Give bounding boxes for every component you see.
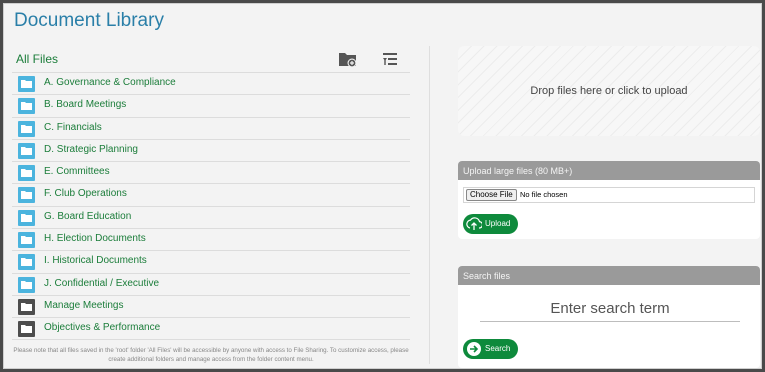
folder-item[interactable]: F. Club Operations <box>12 183 410 205</box>
folder-icon <box>18 209 35 226</box>
panel-divider <box>429 46 430 364</box>
folder-add-icon[interactable] <box>338 50 358 68</box>
file-input[interactable]: Choose File No file chosen <box>463 187 755 203</box>
folder-item[interactable]: A. Governance & Compliance <box>12 72 410 94</box>
folder-icon <box>18 254 35 271</box>
sort-icon[interactable] <box>380 50 400 68</box>
upload-large-files-panel: Upload large files (80 MB+) Choose File … <box>458 161 760 239</box>
folder-label: E. Committees <box>44 166 110 178</box>
upload-button-label: Upload <box>485 219 511 228</box>
folder-label: G. Board Education <box>44 210 132 222</box>
folder-label: Manage Meetings <box>44 299 124 311</box>
file-tree: All Files A. Governance & Compliance B. … <box>12 46 410 340</box>
folder-label: F. Club Operations <box>44 188 127 200</box>
folder-label: I. Historical Documents <box>44 255 147 267</box>
drop-zone[interactable]: Drop files here or click to upload <box>458 46 760 136</box>
drop-zone-label: Drop files here or click to upload <box>530 85 688 97</box>
upload-button[interactable]: Upload <box>463 214 519 234</box>
access-note: Please note that all files saved in the … <box>13 347 409 363</box>
folder-item[interactable]: D. Strategic Planning <box>12 138 410 161</box>
document-library-window: Document Library All Files A. Governance… <box>3 3 762 369</box>
folder-item[interactable]: Objectives & Performance <box>12 317 410 340</box>
folder-label: A. Governance & Compliance <box>44 77 176 88</box>
folder-label: H. Election Documents <box>44 233 146 245</box>
choose-file-button[interactable]: Choose File <box>466 189 517 201</box>
arrow-right-circle-icon <box>467 342 481 356</box>
all-files-label[interactable]: All Files <box>16 52 58 66</box>
folder-icon <box>18 165 35 182</box>
file-status: No file chosen <box>520 190 568 199</box>
page-title: Document Library <box>14 10 164 31</box>
folder-icon <box>18 120 35 137</box>
folder-item[interactable]: I. Historical Documents <box>12 250 410 272</box>
search-panel-header: Search files <box>458 266 760 285</box>
all-files-header: All Files <box>12 46 410 72</box>
upload-icon <box>466 217 482 230</box>
search-files-panel: Search files Search <box>458 266 760 368</box>
folder-item[interactable]: B. Board Meetings <box>12 94 410 116</box>
folder-icon <box>18 187 35 204</box>
folder-icon <box>18 76 35 92</box>
search-button-label: Search <box>485 344 511 353</box>
folder-icon <box>18 298 35 315</box>
folder-label: Objectives & Performance <box>44 322 161 334</box>
folder-icon <box>18 98 35 115</box>
folder-item[interactable]: H. Election Documents <box>12 228 410 250</box>
folder-item[interactable]: E. Committees <box>12 161 410 183</box>
folder-label: B. Board Meetings <box>44 99 127 111</box>
search-button[interactable]: Search <box>463 339 519 359</box>
folder-item[interactable]: C. Financials <box>12 116 410 139</box>
folder-item[interactable]: G. Board Education <box>12 205 410 228</box>
folder-label: C. Financials <box>44 121 102 133</box>
folder-icon <box>18 232 35 249</box>
folder-list: A. Governance & Compliance B. Board Meet… <box>12 72 410 340</box>
folder-item[interactable]: J. Confidential / Executive <box>12 272 410 295</box>
folder-label: D. Strategic Planning <box>44 143 138 155</box>
folder-icon <box>18 142 35 159</box>
folder-icon <box>18 321 35 338</box>
search-input[interactable] <box>480 296 740 322</box>
folder-item[interactable]: Manage Meetings <box>12 294 410 317</box>
upload-panel-header: Upload large files (80 MB+) <box>458 161 760 180</box>
folder-icon <box>18 276 35 293</box>
folder-label: J. Confidential / Executive <box>44 277 160 289</box>
